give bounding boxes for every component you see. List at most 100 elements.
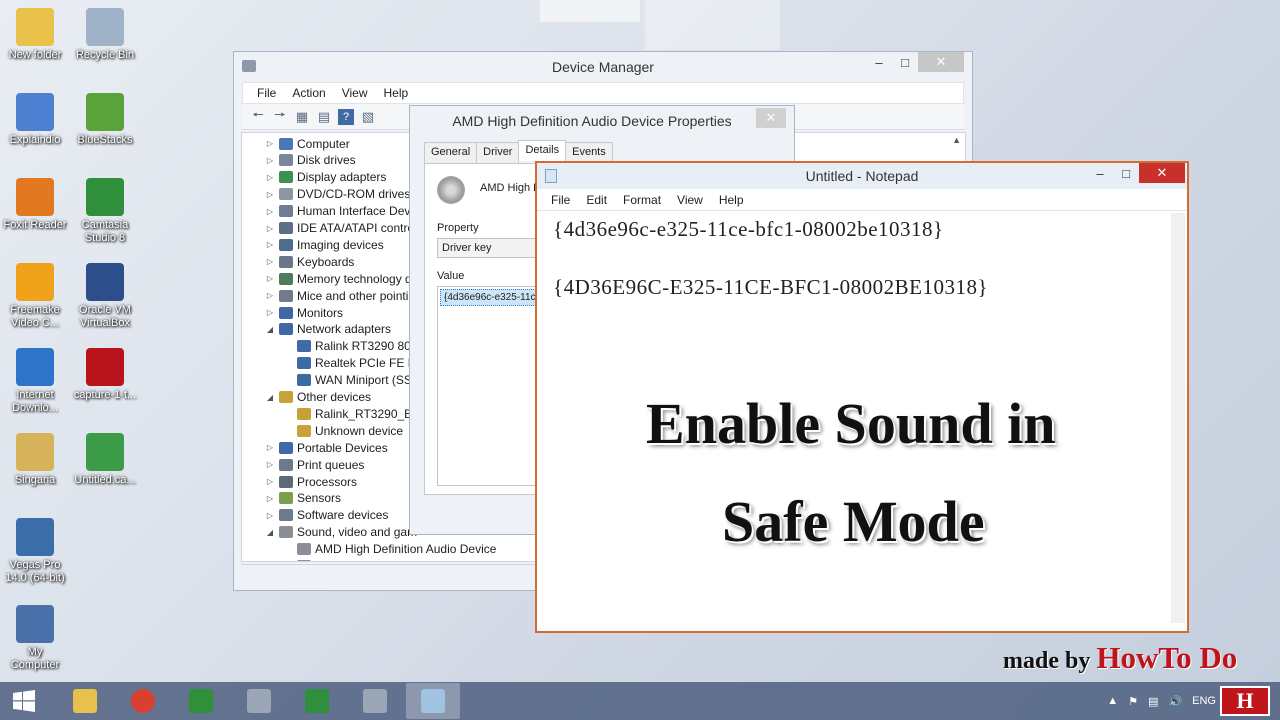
tree-category[interactable]: ▷ DVD/CD-ROM drives	[264, 186, 410, 203]
taskbar-button[interactable]	[290, 683, 344, 719]
tree-category[interactable]: ▷ Mice and other pointin	[264, 287, 415, 304]
tree-category[interactable]: ▷ Human Interface Devic	[264, 203, 419, 220]
tree-device[interactable]: IDT High Definition Audio CODEC	[282, 558, 496, 561]
expand-arrow-icon[interactable]: ▷	[264, 190, 276, 199]
tree-category[interactable]: ▷ Software devices	[264, 507, 388, 524]
menu-help[interactable]: Help	[711, 193, 752, 207]
expand-arrow-icon[interactable]: ▷	[264, 460, 276, 469]
device-manager-titlebar[interactable]: Device Manager – □ ✕	[234, 52, 972, 82]
collapse-arrow-icon[interactable]: ◢	[264, 393, 276, 402]
tab-general[interactable]: General	[424, 142, 478, 163]
tree-category[interactable]: ▷ Disk drives	[264, 152, 356, 169]
close-button[interactable]: ✕	[918, 52, 964, 72]
collapse-arrow-icon[interactable]: ◢	[264, 528, 276, 537]
tree-scroll-up-icon[interactable]: ▲	[952, 135, 961, 145]
collapse-arrow-icon[interactable]: ◢	[264, 325, 276, 334]
tree-category[interactable]: ▷ Computer	[264, 135, 350, 152]
expand-arrow-icon[interactable]: ▷	[264, 156, 276, 165]
tree-category[interactable]: ▷ Processors	[264, 473, 357, 490]
expand-arrow-icon[interactable]: ▷	[264, 511, 276, 520]
desktop-icon[interactable]: My Computer	[0, 605, 70, 672]
close-button[interactable]: ✕	[756, 108, 786, 128]
desktop-icon[interactable]: Freemake Video C...	[0, 263, 70, 330]
tree-device[interactable]: Ralink RT3290 802.1	[282, 338, 428, 355]
properties-titlebar[interactable]: AMD High Definition Audio Device Propert…	[410, 106, 794, 136]
taskbar-button[interactable]	[174, 683, 228, 719]
tree-category[interactable]: ▷ Sensors	[264, 490, 341, 507]
menu-format[interactable]: Format	[615, 193, 669, 207]
tree-device[interactable]: Ralink_RT3290_Blu	[282, 405, 422, 422]
forward-arrow-icon[interactable]: 🠖	[272, 107, 288, 125]
menu-view[interactable]: View	[334, 86, 376, 100]
menu-file[interactable]: File	[249, 86, 284, 100]
back-arrow-icon[interactable]: 🠔	[250, 107, 266, 125]
menu-action[interactable]: Action	[284, 86, 333, 100]
tree-device[interactable]: AMD High Definition Audio Device	[282, 541, 496, 558]
expand-arrow-icon[interactable]: ▷	[264, 291, 276, 300]
expand-arrow-icon[interactable]: ▷	[264, 274, 276, 283]
tree-device[interactable]: Realtek PCIe FE Far	[282, 355, 426, 372]
taskbar-button[interactable]	[348, 683, 402, 719]
taskbar-button[interactable]	[116, 683, 170, 719]
tree-device[interactable]: Unknown device	[282, 422, 403, 439]
desktop-icon[interactable]: Oracle VM VirtualBox	[70, 263, 140, 330]
notepad-titlebar[interactable]: Untitled - Notepad – □ ✕	[537, 163, 1187, 189]
expand-arrow-icon[interactable]: ▷	[264, 477, 276, 486]
tree-category[interactable]: ▷ Portable Devices	[264, 439, 388, 456]
volume-icon[interactable]: 🔊	[1168, 695, 1182, 708]
expand-arrow-icon[interactable]: ▷	[264, 173, 276, 182]
tree-category[interactable]: ▷ Keyboards	[264, 253, 354, 270]
expand-arrow-icon[interactable]: ▷	[264, 308, 276, 317]
properties-view-icon[interactable]: ▦	[294, 109, 310, 125]
tree-category[interactable]: ▷ Imaging devices	[264, 236, 384, 253]
tray-expand-icon[interactable]: ▲	[1107, 695, 1118, 707]
menu-view[interactable]: View	[669, 193, 711, 207]
minimize-button[interactable]: –	[866, 52, 892, 72]
tree-category[interactable]: ▷ Print queues	[264, 456, 364, 473]
tree-device[interactable]: WAN Miniport (SST	[282, 372, 419, 389]
desktop-icon[interactable]: BlueStacks	[70, 93, 140, 147]
update-view-icon[interactable]: ▤	[316, 109, 332, 125]
close-button[interactable]: ✕	[1139, 163, 1185, 183]
desktop-icon[interactable]: Internet Downlo...	[0, 348, 70, 415]
desktop-icon[interactable]: Recycle Bin	[70, 8, 140, 62]
desktop-icon[interactable]: capture-1-t...	[70, 348, 140, 402]
network-icon[interactable]: ▤	[1148, 695, 1158, 708]
taskbar-button[interactable]	[58, 683, 112, 719]
expand-arrow-icon[interactable]: ▷	[264, 240, 276, 249]
tab-driver[interactable]: Driver	[476, 142, 520, 163]
expand-arrow-icon[interactable]: ▷	[264, 224, 276, 233]
tree-category[interactable]: ◢ Other devices	[264, 389, 371, 406]
tree-category[interactable]: ▷ Display adapters	[264, 169, 386, 186]
expand-arrow-icon[interactable]: ▷	[264, 207, 276, 216]
menu-file[interactable]: File	[543, 193, 578, 207]
expand-arrow-icon[interactable]: ▷	[264, 139, 276, 148]
tree-category[interactable]: ◢ Network adapters	[264, 321, 391, 338]
tree-category[interactable]: ◢ Sound, video and gam	[264, 524, 417, 541]
menu-help[interactable]: Help	[376, 86, 417, 100]
desktop-icon[interactable]: Untitled.ca...	[70, 433, 140, 487]
tree-category[interactable]: ▷ Memory technology d	[264, 270, 412, 287]
desktop-icon[interactable]: Camtasia Studio 8	[70, 178, 140, 245]
start-button[interactable]	[0, 682, 48, 720]
maximize-button[interactable]: □	[892, 52, 918, 72]
expand-arrow-icon[interactable]: ▷	[264, 494, 276, 503]
tree-category[interactable]: ▷ IDE ATA/ATAPI contro	[264, 220, 414, 237]
language-indicator[interactable]: ENG	[1192, 695, 1216, 707]
tab-events[interactable]: Events	[565, 142, 613, 163]
desktop-icon[interactable]: Foxit Reader	[0, 178, 70, 232]
tree-category[interactable]: ▷ Monitors	[264, 304, 343, 321]
menu-edit[interactable]: Edit	[578, 193, 615, 207]
desktop-icon[interactable]: Explaindio	[0, 93, 70, 147]
desktop-icon[interactable]: Vegas Pro 14.0 (64-bit)	[0, 518, 70, 585]
desktop-icon[interactable]: New folder	[0, 8, 70, 62]
tab-details[interactable]: Details	[518, 140, 567, 161]
notepad-scrollbar[interactable]	[1171, 213, 1185, 623]
help-icon[interactable]: ?	[338, 108, 354, 125]
device-list-icon[interactable]: ▧	[360, 109, 376, 125]
minimize-button[interactable]: –	[1087, 163, 1113, 183]
desktop-icon[interactable]: Singaria	[0, 433, 70, 487]
maximize-button[interactable]: □	[1113, 163, 1139, 183]
taskbar-button[interactable]	[232, 683, 286, 719]
flag-icon[interactable]: ⚑	[1128, 695, 1138, 708]
